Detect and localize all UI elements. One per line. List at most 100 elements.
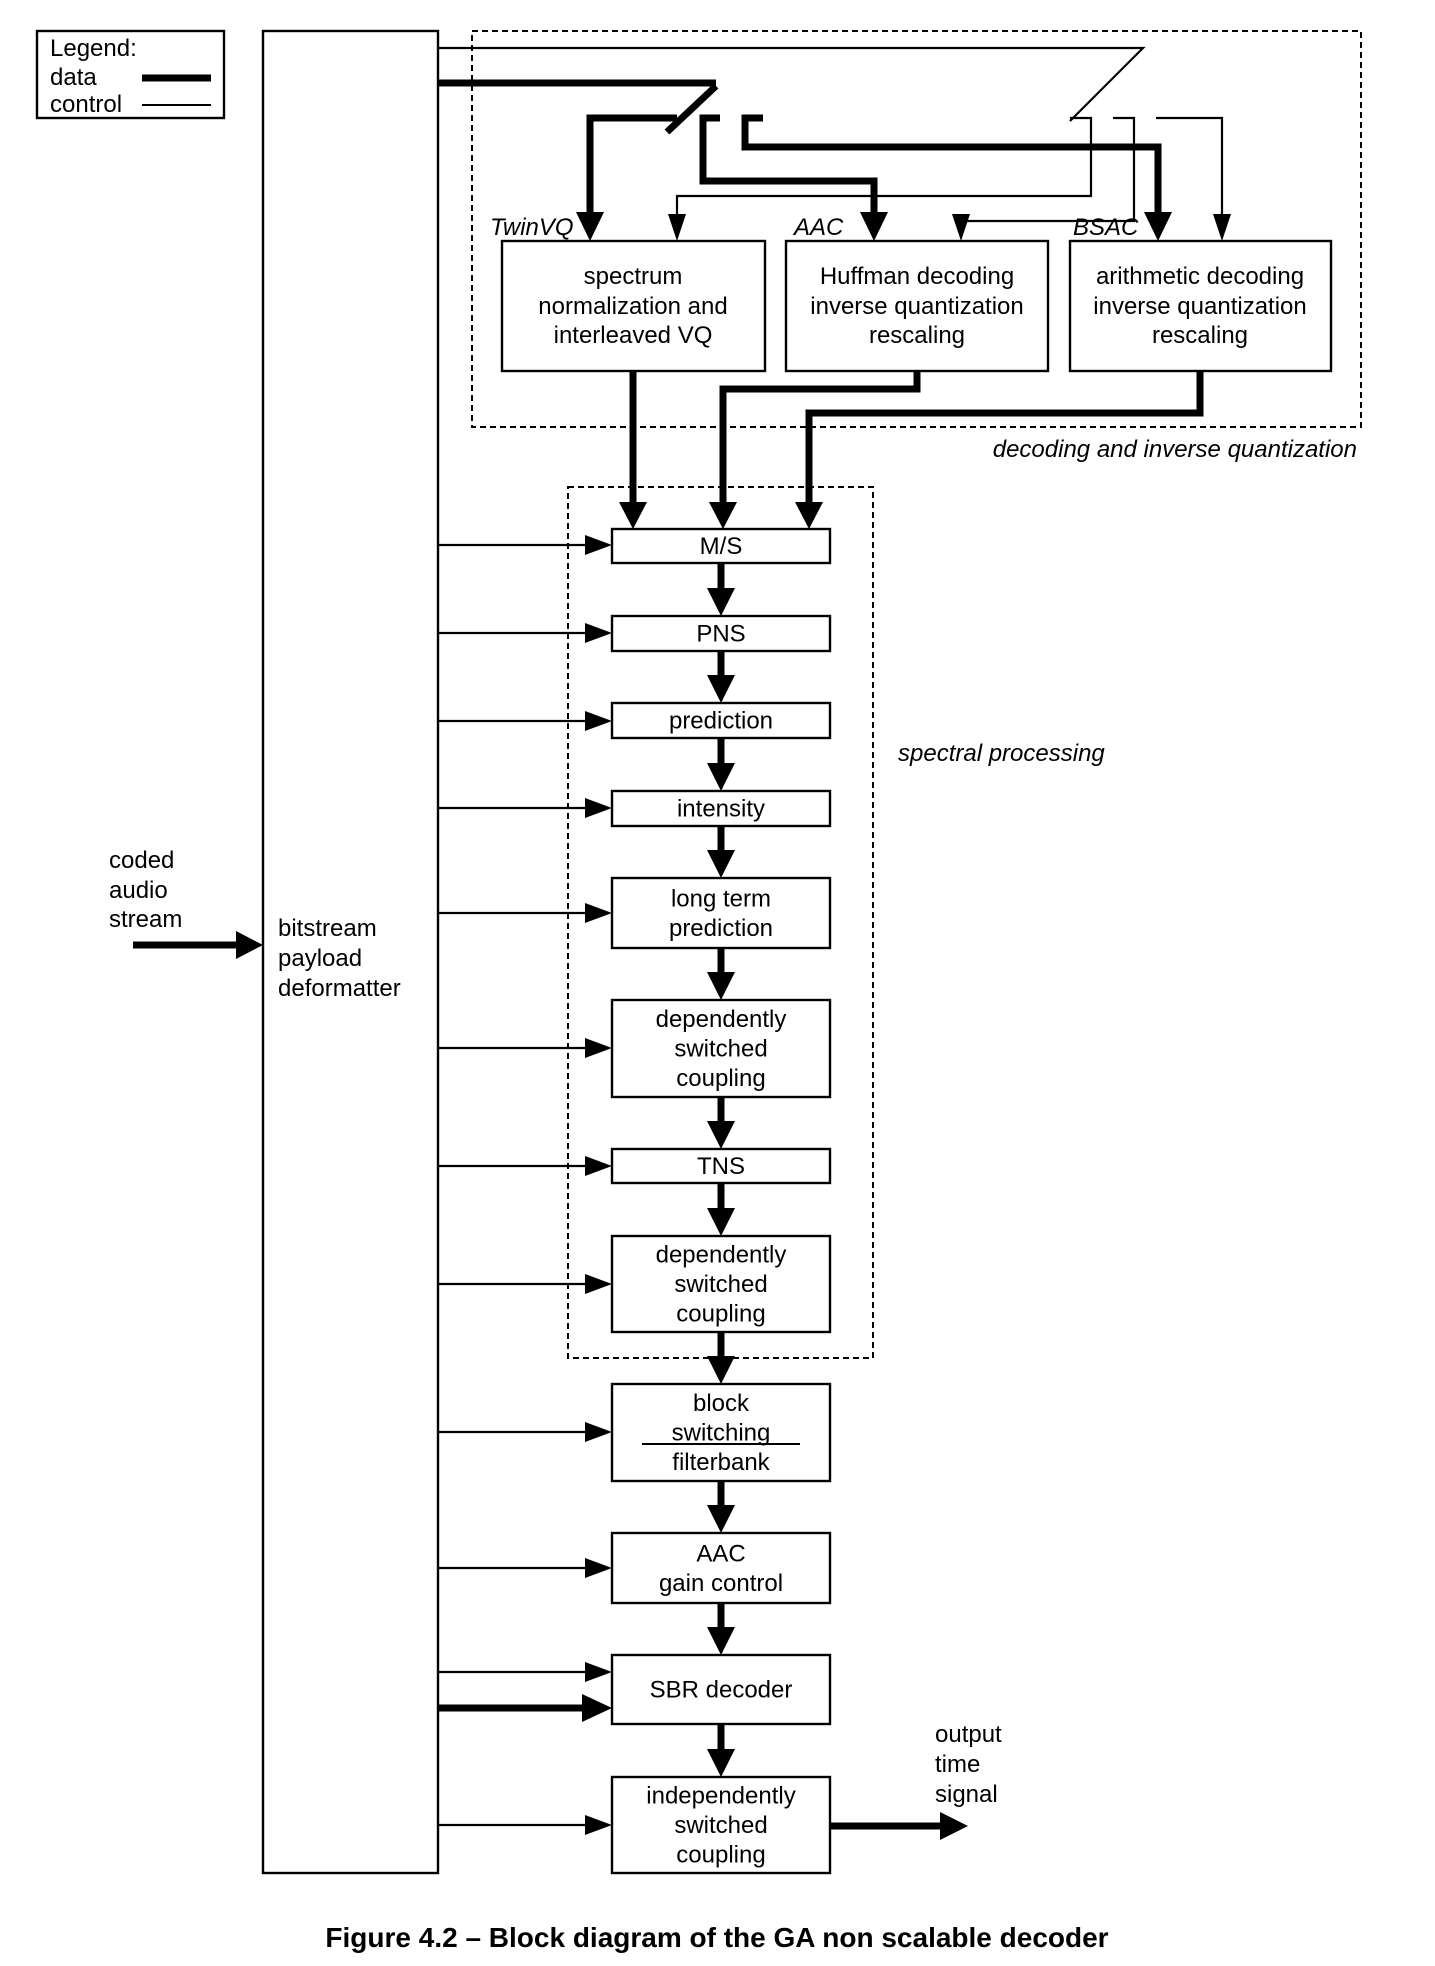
data-arrowhead-twinvq: [576, 212, 604, 241]
block-block-switching-filterbank: block switchingfilterbank: [438, 1382, 832, 1533]
block-label-aac-gain-control-2: gain control: [659, 1570, 783, 1597]
legend-title: Legend:: [50, 35, 137, 62]
data-arrowhead-prediction-to-next: [707, 763, 735, 791]
control-arrowhead-intensity: [585, 798, 612, 818]
block-label-long-term-prediction-2: prediction: [669, 915, 773, 942]
block-diagram: Legend: data control bitstream payload d…: [35, 29, 1362, 1953]
decoding-group-label: decoding and inverse quantization: [993, 436, 1357, 463]
data-arrowhead-aac: [860, 212, 888, 241]
legend: Legend: data control: [35, 29, 226, 120]
data-aac-to-ms: [719, 371, 921, 510]
data-to-bsac: [741, 114, 1162, 222]
tool-bsac-line-1: arithmetic decoding: [1096, 263, 1304, 290]
data-arrowhead-long-term-prediction-to-next: [707, 972, 735, 1000]
block-dependently-switched-coupling-1: dependently switchedcoupling: [438, 998, 832, 1149]
block-label-tns-1: TNS: [697, 1153, 745, 1180]
block-aac-gain-control: AAC gain control: [438, 1531, 832, 1655]
legend-data-label: data: [50, 64, 97, 91]
block-label-long-term-prediction-1: long term: [671, 885, 771, 912]
control-to-aac: [959, 116, 1136, 228]
tool-tag-bsac: BSAC: [1073, 214, 1139, 241]
output-arrowhead: [940, 1812, 968, 1840]
block-label-ms-1: M/S: [700, 533, 743, 560]
block-independently-switched-coupling: independentlyswitched coupling: [438, 1775, 832, 1875]
tool-aac-line-2: inverse quantization: [810, 293, 1023, 320]
block-pns: PNS: [438, 614, 832, 703]
data-to-twinvq: [586, 114, 677, 222]
block-ms: M/S: [438, 527, 832, 616]
data-arrowhead-sbr-decoder: [582, 1694, 612, 1722]
data-arrowhead-dependently-switched-coupling-1-to-next: [707, 1121, 735, 1149]
tool-aac-line-3: rescaling: [869, 322, 965, 349]
block-dependently-switched-coupling-2: dependentlyswitched coupling: [438, 1234, 832, 1384]
tool-twinvq: TwinVQ spectrum normalization and interl…: [490, 214, 767, 373]
arrowhead-bsac-ms: [795, 502, 823, 529]
block-label-independently-switched-coupling-1: independently: [646, 1783, 795, 1810]
output-label-line-2: time: [935, 1751, 980, 1778]
block-prediction: prediction: [438, 701, 832, 791]
control-arrowhead-block-switching-filterbank: [585, 1422, 612, 1442]
control-arrowhead-prediction: [585, 711, 612, 731]
control-arrowhead-ms: [585, 535, 612, 555]
block-label-intensity-1: intensity: [677, 796, 765, 823]
decoding-group: decoding and inverse quantization TwinVQ…: [438, 30, 1362, 529]
figure-caption: Figure 4.2 – Block diagram of the GA non…: [325, 1922, 1108, 1953]
block-tns: TNS: [438, 1147, 832, 1236]
block-label-block-switching-filterbank-2: switching: [672, 1420, 771, 1447]
deformatter-block: bitstream payload deformatter: [261, 29, 440, 1875]
control-arrowhead-tns: [585, 1156, 612, 1176]
tool-bsac-line-2: inverse quantization: [1093, 293, 1306, 320]
input-stream: coded audio stream: [109, 847, 263, 959]
output-signal: output time signal: [830, 1721, 1002, 1840]
deformatter-line-2: payload: [278, 945, 362, 972]
tool-twinvq-line-3: interleaved VQ: [554, 322, 713, 349]
spectral-group-label: spectral processing: [898, 740, 1105, 767]
control-arrowhead-pns: [585, 623, 612, 643]
block-label-dependently-switched-coupling-1-1: dependently: [656, 1006, 787, 1033]
legend-control-label: control: [50, 91, 122, 118]
data-switch-blade: [664, 83, 719, 135]
input-label-line-3: stream: [109, 906, 182, 933]
arrowhead-twinvq-ms: [619, 502, 647, 529]
data-arrowhead-intensity-to-next: [707, 850, 735, 878]
control-arrowhead-long-term-prediction: [585, 903, 612, 923]
block-label-block-switching-filterbank-3: filterbank: [672, 1449, 770, 1476]
tool-bsac-line-3: rescaling: [1152, 322, 1248, 349]
input-label-line-1: coded: [109, 847, 174, 874]
tool-aac-line-1: Huffman decoding: [820, 263, 1014, 290]
deformatter-line-1: bitstream: [278, 915, 377, 942]
block-label-pns-1: PNS: [696, 621, 745, 648]
tool-twinvq-line-1: spectrum: [584, 263, 683, 290]
data-arrowhead-dependently-switched-coupling-2-to-next: [707, 1356, 735, 1384]
input-label-line-2: audio: [109, 877, 168, 904]
control-arrowhead-dependently-switched-coupling-1: [585, 1038, 612, 1058]
control-arrowhead-twinvq: [668, 214, 686, 241]
tool-tag-twinvq: TwinVQ: [490, 214, 574, 241]
deformatter-line-3: deformatter: [278, 975, 401, 1002]
processing-chain: M/S PNS prediction intensity long term predic…: [438, 527, 832, 1875]
tool-bsac: BSAC arithmetic decoding inverse quantiz…: [1068, 214, 1333, 373]
control-to-bsac: [1156, 116, 1224, 228]
data-arrowhead-block-switching-filterbank-to-next: [707, 1505, 735, 1533]
control-arrowhead-aac-gain-control: [585, 1558, 612, 1578]
block-label-prediction-1: prediction: [669, 708, 773, 735]
block-label-dependently-switched-coupling-1-3: coupling: [676, 1065, 765, 1092]
control-arrowhead-independently-switched-coupling: [585, 1815, 612, 1835]
block-sbr-decoder: SBR decoder: [438, 1653, 832, 1777]
block-label-dependently-switched-coupling-2-1: dependently: [656, 1242, 787, 1269]
control-arrowhead-sbr-decoder: [585, 1662, 612, 1682]
block-intensity: intensity: [438, 789, 832, 878]
data-arrowhead-ms-to-next: [707, 588, 735, 616]
block-label-block-switching-filterbank-1: block: [693, 1390, 750, 1417]
block-label-dependently-switched-coupling-2-3: coupling: [676, 1301, 765, 1328]
tool-twinvq-line-2: normalization and: [538, 293, 727, 320]
control-arrowhead-aac: [952, 214, 970, 241]
output-label-line-3: signal: [935, 1781, 998, 1808]
control-to-twinvq: [675, 116, 1093, 228]
output-label-line-1: output: [935, 1721, 1002, 1748]
data-arrowhead-aac-gain-control-to-next: [707, 1627, 735, 1655]
block-label-independently-switched-coupling-3: coupling: [676, 1842, 765, 1869]
tool-tag-aac: AAC: [792, 214, 844, 241]
block-label-sbr-decoder-1: SBR decoder: [650, 1677, 793, 1704]
control-arrowhead-bsac: [1213, 214, 1231, 241]
